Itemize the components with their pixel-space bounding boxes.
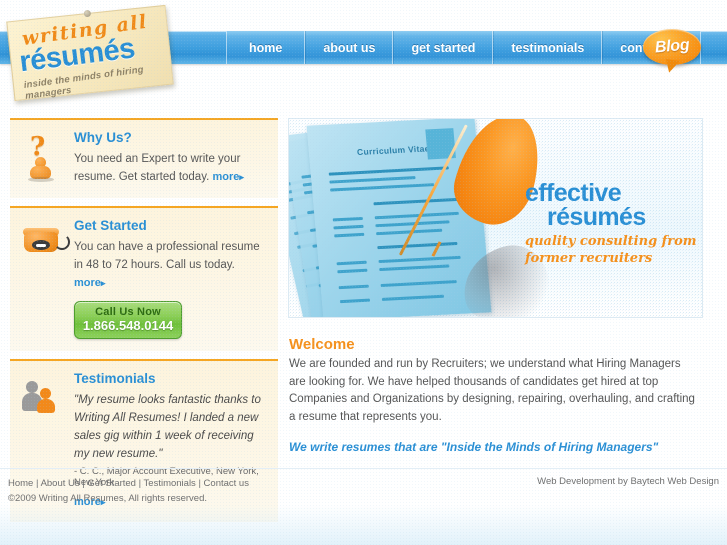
- sidebar-panel-get-started: Get Started You can have a professional …: [10, 206, 278, 351]
- curriculum-vitae-label: Curriculum Vitae: [356, 143, 431, 158]
- testimonials-title: Testimonials: [74, 371, 156, 386]
- hero-headline-line1: effective: [525, 179, 622, 207]
- site-header: home about us get started testimonials c…: [0, 0, 727, 108]
- page-root: home about us get started testimonials c…: [0, 0, 727, 545]
- testimonial-quote: "My resume looks fantastic thanks to Wri…: [74, 394, 261, 460]
- two-people-icon: [22, 373, 64, 419]
- get-started-text: You can have a professional resume in 48…: [74, 238, 266, 292]
- nav-item-about-us[interactable]: about us: [305, 31, 394, 64]
- welcome-title: Welcome: [289, 336, 355, 353]
- welcome-tagline: We write resumes that are "Inside the Mi…: [289, 440, 659, 454]
- footer-gradient: [0, 505, 727, 545]
- question-person-icon: ?: [22, 132, 64, 182]
- sidebar: ? Why Us? You need an Expert to write yo…: [10, 118, 278, 522]
- call-us-now-button[interactable]: Call Us Now 1.866.548.0144: [74, 301, 182, 339]
- hero-banner: Curriculum Vitae effective résumés quali…: [288, 118, 703, 318]
- welcome-body: We are founded and run by Recruiters; we…: [289, 358, 695, 423]
- footer-copyright: ©2009 Writing All Resumes, All rights re…: [8, 493, 208, 504]
- main-navigation[interactable]: home about us get started testimonials c…: [226, 31, 701, 64]
- nav-item-home[interactable]: home: [226, 31, 306, 64]
- pushpin-icon: [83, 9, 92, 18]
- hero-headline: effective résumés quality consulting fro…: [525, 181, 700, 267]
- get-started-title: Get Started: [74, 218, 147, 233]
- hero-headline-line2: résumés: [547, 203, 646, 231]
- nav-item-get-started[interactable]: get started: [393, 31, 494, 64]
- get-started-more-link[interactable]: more▸: [74, 277, 105, 289]
- footer-credit-link[interactable]: Web Development by Baytech Web Design: [537, 476, 719, 487]
- footer-divider: [0, 468, 727, 469]
- why-us-more-link[interactable]: more▸: [213, 171, 244, 183]
- caret-right-icon: ▸: [100, 278, 106, 288]
- why-us-text: You need an Expert to write your resume.…: [74, 150, 266, 186]
- footer-links[interactable]: Home | About Us | Get Started | Testimon…: [8, 478, 249, 489]
- footer-right: Web Development by Baytech Web Design: [537, 476, 719, 487]
- telephone-icon: [22, 220, 70, 266]
- why-us-title: Why Us?: [74, 130, 132, 145]
- nav-item-testimonials[interactable]: testimonials: [493, 31, 603, 64]
- caret-right-icon: ▸: [239, 172, 244, 182]
- sidebar-panel-why-us: ? Why Us? You need an Expert to write yo…: [10, 118, 278, 198]
- blog-badge-label: Blog: [654, 36, 690, 57]
- hero-subline: quality consulting from former recruiter…: [525, 234, 697, 266]
- site-logo[interactable]: writing all résumés inside the minds of …: [6, 4, 174, 102]
- get-started-body: You can have a professional resume in 48…: [74, 241, 260, 271]
- footer-left: Home | About Us | Get Started | Testimon…: [8, 476, 249, 506]
- call-button-phone: 1.866.548.0144: [82, 318, 174, 333]
- call-button-label: Call Us Now: [95, 306, 161, 318]
- blog-badge-button[interactable]: Blog: [643, 29, 701, 65]
- welcome-section: Welcome We are founded and run by Recrui…: [289, 336, 697, 454]
